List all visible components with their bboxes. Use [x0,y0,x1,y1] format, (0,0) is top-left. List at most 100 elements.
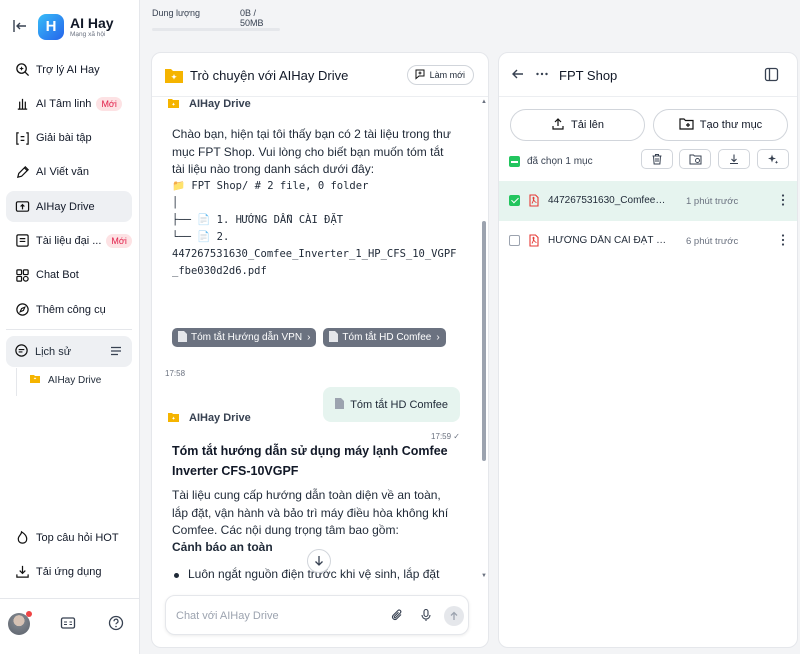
pdf-icon [528,194,540,210]
history-item[interactable]: AIHay Drive [30,374,101,386]
upload-button[interactable]: Tải lên [510,109,645,141]
sidebar-item-tai-lieu[interactable]: Tài liệu đại ... Mới [6,225,132,256]
file-row[interactable]: HƯỚNG DẪN CÀI ĐẶT VPN 6 phút trước [499,221,797,261]
new-folder-label: Tạo thư mục [699,119,763,131]
chat-plus-icon [414,68,426,82]
sparkle-icon [768,154,779,164]
new-folder-button[interactable]: Tạo thư mục [653,109,788,141]
user-message-text: Tóm tắt HD Comfee [350,398,448,411]
suggestion-chip-comfee[interactable]: Tóm tắt HD Comfee › [323,328,446,347]
arrow-left-icon[interactable] [511,67,525,84]
sidebar-bottom-nav: Top câu hỏi HOT Tải ứng dụng [6,522,132,590]
fire-icon [14,530,30,546]
bracket-icon [14,130,30,146]
suggestion-chip-vpn[interactable]: Tóm tắt Hướng dẫn VPN › [172,328,317,347]
delete-button[interactable] [641,149,673,169]
summary-title: Tóm tắt hướng dẫn sử dụng máy lạnh Comfe… [172,444,448,478]
file-icon [178,330,187,345]
sidebar-item-top-hot[interactable]: Top câu hỏi HOT [6,522,132,553]
sidebar-item-label: AIHay Drive [36,200,95,213]
send-button[interactable] [444,606,464,626]
pen-icon [14,164,30,180]
user-message: Tóm tắt HD Comfee [323,387,460,422]
sidebar-footer [0,598,140,648]
message-list[interactable]: AIHay Drive Chào bạn, hiện tại tôi thấy … [152,97,482,583]
ai-sparkle-button[interactable] [757,149,789,169]
file-row[interactable]: 447267531630_Comfee_Inverter_1_HP_CFS_10… [499,181,797,221]
sidebar-item-chat-bot[interactable]: Chat Bot [6,260,132,291]
bot-message: Chào bạn, hiện tại tôi thấy bạn có 2 tài… [172,127,451,176]
refresh-chat-button[interactable]: Làm mới [406,65,474,85]
chip-label: Tóm tắt Hướng dẫn VPN [191,332,303,343]
document-icon [14,233,30,249]
history-tree-line [16,368,17,396]
sidebar-panel-icon[interactable] [764,67,779,85]
folder-icon [30,374,40,386]
select-all-checkbox[interactable] [509,156,520,167]
file-icon [329,330,339,345]
download-icon [14,564,30,580]
sidebar-item-them-cong-cu[interactable]: Thêm công cụ [6,294,132,325]
bot-header: AIHay Drive [168,411,251,425]
history-label: Lịch sử [35,345,72,358]
menu-icon[interactable] [110,345,122,360]
sidebar-item-download-app[interactable]: Tải ứng dụng [6,556,132,587]
file-checkbox[interactable] [509,235,520,246]
download-icon [730,154,738,165]
logo-row: H AI Hay Mạng xã hội [8,12,138,42]
sidebar-item-aihay-drive[interactable]: AIHay Drive [6,191,132,223]
card-icon[interactable] [60,615,76,634]
chevron-right-icon: › [307,332,311,343]
folder-sparkle-icon [165,67,183,86]
microphone-icon[interactable] [419,608,433,625]
collapse-sidebar-icon[interactable] [12,18,30,36]
paperclip-icon[interactable] [390,608,404,625]
selection-count: đã chọn 1 mục [527,156,593,167]
storage-value: 0B / 50MB [240,8,264,28]
storage-indicator: Dung lượng 0B / 50MB [152,8,282,31]
sidebar: H AI Hay Mạng xã hội Trợ lý AI Hay AI Tâ… [0,0,140,654]
trash-icon [652,154,662,165]
sidebar-item-label: Giải bài tập [36,132,92,145]
summary-text: Tài liệu cung cấp hướng dẫn toàn diện về… [172,488,449,537]
sidebar-item-tam-linh[interactable]: AI Tâm linh Mới [6,88,132,119]
move-to-folder-button[interactable] [679,149,711,169]
logo-icon[interactable]: H [38,14,64,40]
sidebar-item-label: Top câu hỏi HOT [36,531,119,544]
sidebar-item-label: Tài liệu đại ... [36,234,102,247]
chat-input-box [165,595,469,635]
divider [6,329,132,330]
scrollbar[interactable] [482,101,486,581]
chat-panel: Trò chuyện với AIHay Drive Làm mới AIHay… [151,52,489,648]
chat-input[interactable] [176,606,376,626]
folder-tree: 📁 FPT Shop/ # 2 file, 0 folder │ ├── 📄 1… [172,180,457,277]
history-item-label: AIHay Drive [48,374,102,386]
app-name: AI Hay [70,15,114,31]
drive-header: FPT Shop [499,53,797,97]
more-vertical-icon[interactable] [777,193,789,210]
scrollbar-thumb[interactable] [482,221,486,461]
more-vertical-icon[interactable] [777,233,789,250]
sidebar-item-tro-ly[interactable]: Trợ lý AI Hay [6,54,132,85]
sidebar-item-label: AI Viết văn [36,166,89,179]
scroll-down-arrow-icon[interactable]: ▼ [481,573,487,579]
download-button[interactable] [718,149,750,169]
drive-title: FPT Shop [559,68,618,83]
sidebar-item-viet-van[interactable]: AI Viết văn [6,157,132,188]
notification-dot [26,611,32,617]
arrow-up-icon [450,611,458,620]
file-checkbox[interactable] [509,195,520,206]
sidebar-item-giai-bai-tap[interactable]: Giải bài tập [6,123,132,154]
sidebar-item-history[interactable]: Lịch sử [6,336,132,367]
file-name: HƯỚNG DẪN CÀI ĐẶT VPN [548,235,668,246]
more-horizontal-icon[interactable] [535,67,549,84]
sidebar-nav: Trợ lý AI Hay AI Tâm linh Mới Giải bài t… [6,54,132,328]
drive-panel: FPT Shop Tải lên Tạo thư mục đã chọn 1 m… [498,52,798,648]
search-sparkle-icon [14,62,30,78]
pdf-icon [528,234,540,250]
scroll-down-button[interactable] [307,549,331,573]
refresh-chat-label: Làm mới [429,70,465,80]
message-time: 17:59 ✓ [431,432,460,441]
help-icon[interactable] [108,615,124,634]
incense-icon [14,96,30,112]
